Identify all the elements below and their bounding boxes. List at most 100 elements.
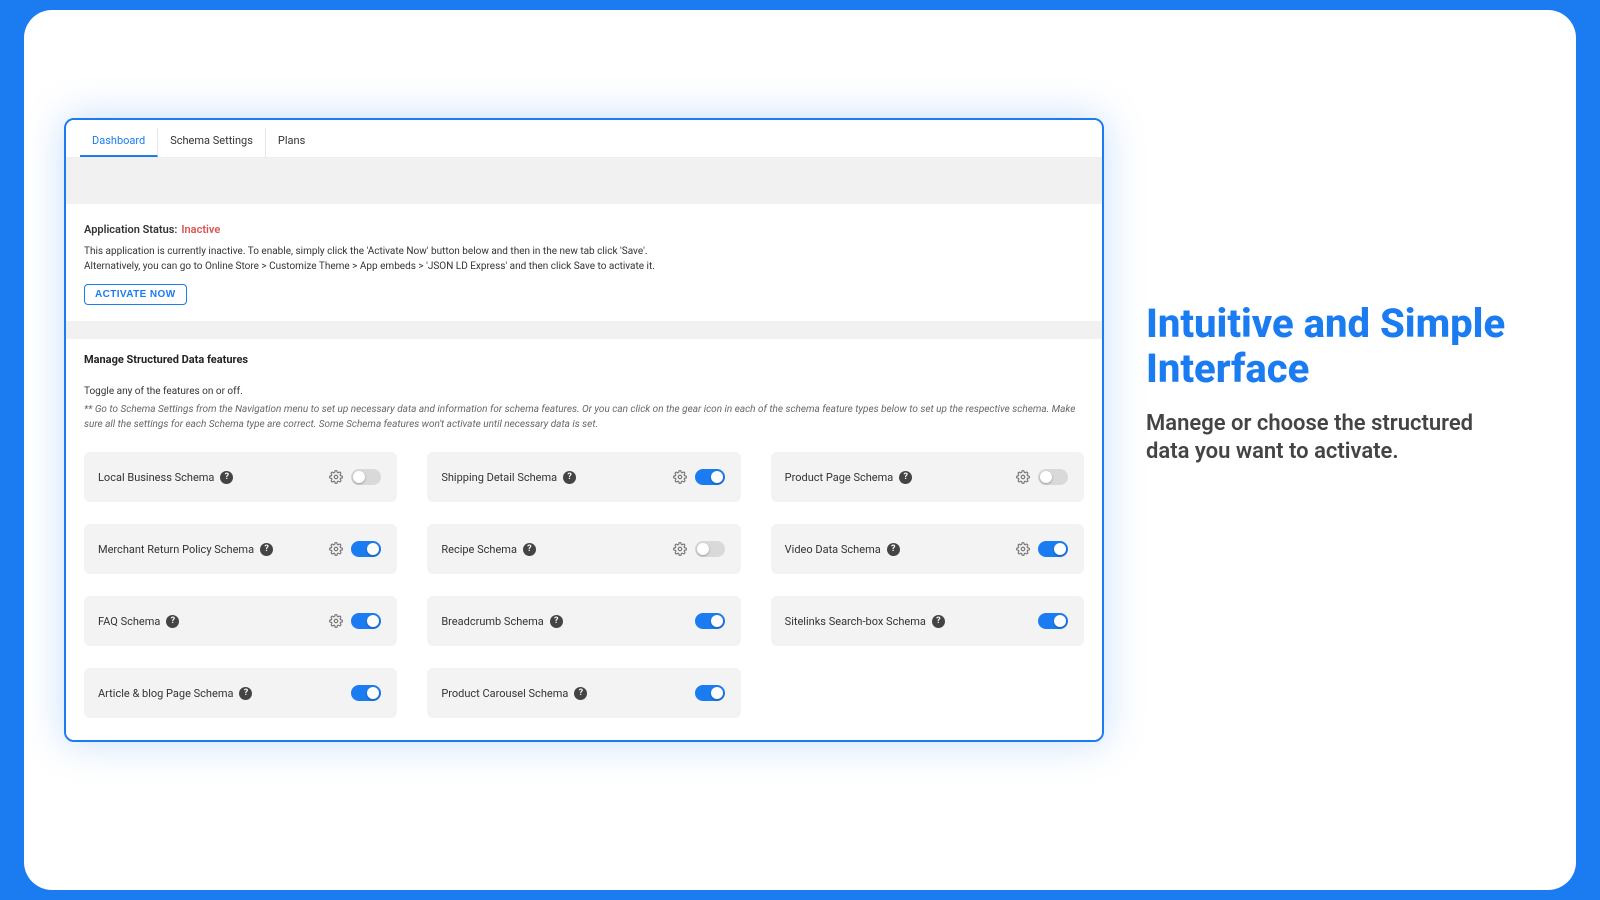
help-icon[interactable]: ? <box>932 615 945 628</box>
card-left: Product Page Schema? <box>785 471 913 484</box>
help-icon[interactable]: ? <box>239 687 252 700</box>
feature-toggle[interactable] <box>695 541 725 557</box>
help-icon[interactable]: ? <box>887 543 900 556</box>
help-icon[interactable]: ? <box>550 615 563 628</box>
card-left: Local Business Schema? <box>98 471 233 484</box>
gear-icon[interactable] <box>329 470 343 484</box>
toggle-knob <box>711 615 723 627</box>
card-right <box>695 613 725 629</box>
feature-label: Recipe Schema <box>441 543 517 556</box>
feature-label: Video Data Schema <box>785 543 881 556</box>
card-right <box>1016 541 1068 557</box>
feature-label: Shipping Detail Schema <box>441 471 557 484</box>
schema-feature-card: FAQ Schema? <box>84 596 397 646</box>
promo-frame: DashboardSchema SettingsPlans Applicatio… <box>0 0 1600 900</box>
toggle-knob <box>353 471 365 483</box>
help-icon[interactable]: ? <box>563 471 576 484</box>
features-subtitle: Toggle any of the features on or off. <box>84 386 1084 397</box>
feature-toggle[interactable] <box>351 541 381 557</box>
feature-label: Merchant Return Policy Schema <box>98 543 254 556</box>
card-right <box>673 541 725 557</box>
feature-toggle[interactable] <box>695 613 725 629</box>
marketing-copy: Intuitive and Simple Interface Manege or… <box>1146 302 1516 466</box>
spacer <box>66 321 1102 339</box>
card-left: Sitelinks Search-box Schema? <box>785 615 945 628</box>
feature-label: Article & blog Page Schema <box>98 687 233 700</box>
nav-tabs: DashboardSchema SettingsPlans <box>66 120 1102 158</box>
toggle-knob <box>367 615 379 627</box>
help-icon[interactable]: ? <box>260 543 273 556</box>
help-icon[interactable]: ? <box>574 687 587 700</box>
card-left: Product Carousel Schema? <box>441 687 587 700</box>
feature-toggle[interactable] <box>1038 469 1068 485</box>
card-left: Shipping Detail Schema? <box>441 471 576 484</box>
schema-feature-card: Shipping Detail Schema? <box>427 452 740 502</box>
marketing-body: Manege or choose the structured data you… <box>1146 410 1516 466</box>
feature-toggle[interactable] <box>351 469 381 485</box>
feature-label: FAQ Schema <box>98 615 160 628</box>
card-right <box>329 541 381 557</box>
gear-icon[interactable] <box>1016 470 1030 484</box>
feature-toggle[interactable] <box>695 685 725 701</box>
gear-icon[interactable] <box>1016 542 1030 556</box>
schema-feature-card: Local Business Schema? <box>84 452 397 502</box>
schema-feature-card: Breadcrumb Schema? <box>427 596 740 646</box>
card-left: Breadcrumb Schema? <box>441 615 562 628</box>
gear-icon[interactable] <box>329 542 343 556</box>
status-description: This application is currently inactive. … <box>84 245 1084 274</box>
status-row: Application Status: Inactive <box>84 218 1084 237</box>
schema-feature-card: Article & blog Page Schema? <box>84 668 397 718</box>
card-left: FAQ Schema? <box>98 615 179 628</box>
schema-feature-card: Sitelinks Search-box Schema? <box>771 596 1084 646</box>
toggle-knob <box>697 543 709 555</box>
card-left: Recipe Schema? <box>441 543 536 556</box>
help-icon[interactable]: ? <box>523 543 536 556</box>
gear-icon[interactable] <box>673 470 687 484</box>
card-left: Article & blog Page Schema? <box>98 687 252 700</box>
card-right <box>1016 469 1068 485</box>
feature-label: Local Business Schema <box>98 471 214 484</box>
status-line-1: This application is currently inactive. … <box>84 245 1084 260</box>
feature-toggle[interactable] <box>695 469 725 485</box>
feature-toggle[interactable] <box>351 613 381 629</box>
schema-feature-card: Video Data Schema? <box>771 524 1084 574</box>
feature-label: Breadcrumb Schema <box>441 615 543 628</box>
tab-schema-settings[interactable]: Schema Settings <box>158 128 266 157</box>
feature-label: Product Carousel Schema <box>441 687 568 700</box>
feature-label: Product Page Schema <box>785 471 894 484</box>
features-title: Manage Structured Data features <box>84 353 1084 366</box>
gear-icon[interactable] <box>673 542 687 556</box>
tab-dashboard[interactable]: Dashboard <box>80 128 158 157</box>
app-window: DashboardSchema SettingsPlans Applicatio… <box>64 118 1104 742</box>
toggle-knob <box>367 543 379 555</box>
card-right <box>695 685 725 701</box>
gear-icon[interactable] <box>329 614 343 628</box>
feature-label: Sitelinks Search-box Schema <box>785 615 926 628</box>
activate-now-button[interactable]: ACTIVATE NOW <box>84 284 187 305</box>
card-right <box>1038 613 1068 629</box>
features-note: ** Go to Schema Settings from the Naviga… <box>84 403 1084 432</box>
features-grid: Local Business Schema?Shipping Detail Sc… <box>84 452 1084 718</box>
feature-toggle[interactable] <box>351 685 381 701</box>
help-icon[interactable]: ? <box>899 471 912 484</box>
promo-card: DashboardSchema SettingsPlans Applicatio… <box>24 10 1576 890</box>
schema-feature-card: Merchant Return Policy Schema? <box>84 524 397 574</box>
schema-feature-card: Product Page Schema? <box>771 452 1084 502</box>
feature-toggle[interactable] <box>1038 613 1068 629</box>
tab-plans[interactable]: Plans <box>266 128 317 157</box>
toggle-knob <box>1054 543 1066 555</box>
help-icon[interactable]: ? <box>166 615 179 628</box>
status-line-2: Alternatively, you can go to Online Stor… <box>84 260 1084 275</box>
features-panel: Manage Structured Data features Toggle a… <box>66 339 1102 740</box>
toggle-knob <box>1040 471 1052 483</box>
card-right <box>673 469 725 485</box>
status-value: Inactive <box>181 223 220 236</box>
card-right <box>329 469 381 485</box>
application-status-panel: Application Status: Inactive This applic… <box>66 204 1102 321</box>
toggle-knob <box>367 687 379 699</box>
toggle-knob <box>711 471 723 483</box>
feature-toggle[interactable] <box>1038 541 1068 557</box>
help-icon[interactable]: ? <box>220 471 233 484</box>
toggle-knob <box>1054 615 1066 627</box>
status-label: Application Status: <box>84 223 177 236</box>
